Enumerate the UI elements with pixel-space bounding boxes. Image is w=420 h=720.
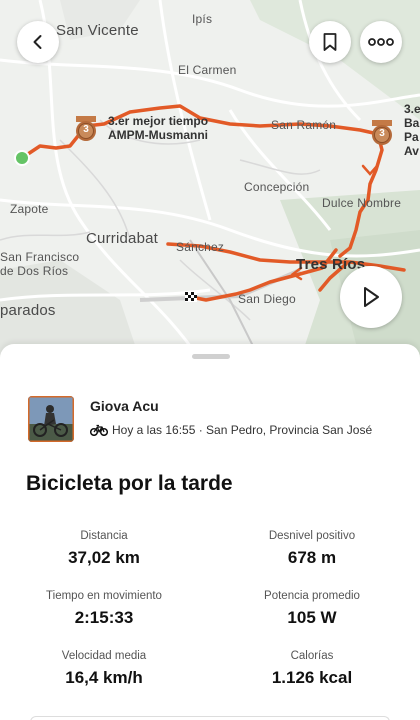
activity-details-sheet: Giova Acu Hoy a las 16:55 · San Pedro, P… — [0, 344, 420, 720]
segment-callout-right-line1: 3.e — [404, 102, 420, 116]
stat-label: Calorías — [290, 650, 334, 662]
stat-label: Tiempo en movimiento — [46, 590, 162, 602]
map-label-san-ramon: San Ramón — [271, 118, 337, 132]
bookmark-icon — [323, 33, 337, 51]
segment-callout-right-line2: Ba — [404, 116, 420, 130]
back-icon — [33, 35, 42, 49]
athlete-photo — [28, 396, 74, 442]
stat-label: Desnivel positivo — [268, 530, 356, 542]
stat-distance: Distancia 37,02 km — [4, 530, 204, 568]
map-label-parados: parados — [0, 302, 56, 319]
segment-callout-left-line2: AMPM-Musmanni — [108, 128, 208, 142]
more-button[interactable] — [360, 21, 402, 63]
map-label-zapote: Zapote — [10, 202, 49, 216]
map-label-curridabat: Curridabat — [86, 230, 159, 247]
play-flyby-button[interactable] — [340, 266, 402, 328]
bookmark-button[interactable] — [309, 21, 351, 63]
stat-value: 1.126 kcal — [271, 668, 353, 687]
map-label-san-francisco: San Francisco — [0, 250, 80, 264]
segment-marker-left[interactable]: 3 — [74, 116, 98, 142]
stat-label: Potencia promedio — [264, 590, 360, 602]
map-label-dulce-nombre: Dulce Nombre — [322, 196, 402, 210]
stat-label: Distancia — [80, 530, 128, 542]
stat-value: 16,4 km/h — [65, 668, 143, 687]
map-label-san-diego: San Diego — [238, 292, 296, 306]
stat-label: Velocidad media — [61, 650, 147, 662]
segment-marker-right[interactable]: 3 — [370, 120, 394, 146]
segment-callout-right: 3.e Ba Pa Av — [404, 102, 420, 158]
activity-title: Bicicleta por la tarde — [26, 472, 233, 495]
segment-callout-right-line4: Av — [404, 144, 419, 158]
stat-value: 678 m — [287, 548, 337, 567]
map-label-sanchez: Sánchez — [176, 240, 225, 254]
map-label-san-vicente: San Vicente — [56, 22, 139, 39]
avatar[interactable] — [28, 396, 74, 442]
route-map[interactable]: San Vicente Ipís El Carmen San Ramón Con… — [0, 0, 420, 360]
segment-callout-left-line1: 3.er mejor tiempo — [108, 114, 209, 128]
bike-icon — [90, 424, 108, 436]
athlete-name[interactable]: Giova Acu — [90, 398, 372, 414]
sheet-drag-handle[interactable] — [192, 354, 230, 359]
stat-moving-time: Tiempo en movimiento 2:15:33 — [4, 590, 204, 628]
segment-callout-right-line3: Pa — [404, 130, 419, 144]
stat-average-speed: Velocidad media 16,4 km/h — [4, 650, 204, 688]
athlete-header[interactable]: Giova Acu Hoy a las 16:55 · San Pedro, P… — [28, 396, 372, 442]
finish-flag-icon — [185, 292, 197, 302]
more-icon — [368, 38, 394, 46]
map-label-concepcion: Concepción — [244, 180, 310, 194]
map-label-el-carmen: El Carmen — [178, 63, 237, 77]
play-icon — [364, 287, 379, 307]
stat-value: 105 W — [287, 608, 337, 627]
segment-rank-right: 3 — [379, 128, 385, 139]
activity-meta: Hoy a las 16:55 · San Pedro, Provincia S… — [112, 423, 373, 437]
stat-elevation-gain: Desnivel positivo 678 m — [212, 530, 412, 568]
stat-calories: Calorías 1.126 kcal — [212, 650, 412, 688]
stat-value: 2:15:33 — [74, 608, 134, 627]
stat-value: 37,02 km — [68, 548, 140, 567]
back-button[interactable] — [17, 21, 59, 63]
next-card-edge — [30, 716, 390, 720]
map-label-de-dos-rios: de Dos Ríos — [0, 264, 69, 278]
segment-callout-left: 3.er mejor tiempo AMPM-Musmanni — [108, 114, 208, 142]
segment-rank-left: 3 — [83, 124, 89, 135]
stat-average-power: Potencia promedio 105 W — [212, 590, 412, 628]
map-label-ipis: Ipís — [192, 12, 213, 26]
